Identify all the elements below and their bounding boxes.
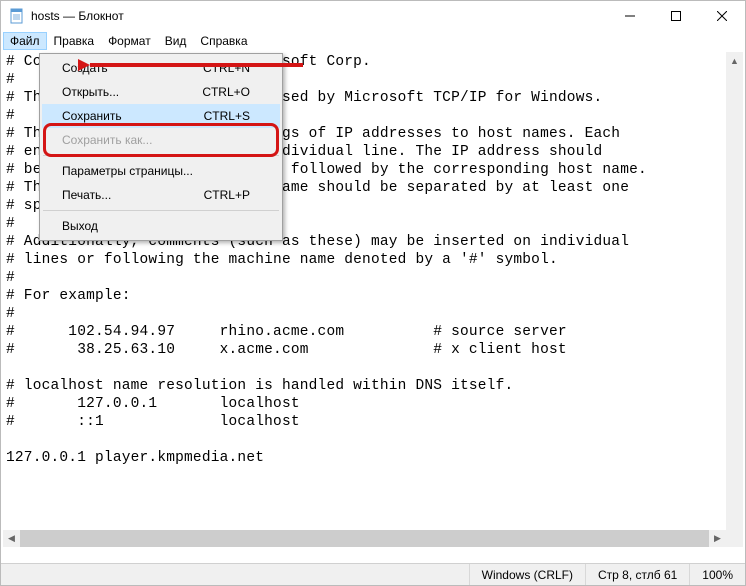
vertical-scrollbar[interactable]: ▲ — [726, 52, 743, 530]
status-zoom: 100% — [689, 564, 745, 585]
menu-shortcut: CTRL+N — [203, 61, 250, 75]
menu-label: Выход — [62, 219, 98, 233]
menu-item-print[interactable]: Печать... CTRL+P — [42, 183, 280, 207]
horizontal-scrollbar[interactable]: ◀ ▶ — [3, 530, 726, 547]
menu-view[interactable]: Вид — [158, 32, 194, 50]
notepad-icon — [9, 8, 25, 24]
menu-shortcut: CTRL+S — [204, 109, 250, 123]
menu-format[interactable]: Формат — [101, 32, 158, 50]
file-menu-dropdown: Создать CTRL+N Открыть... CTRL+O Сохрани… — [39, 53, 283, 241]
menu-item-open[interactable]: Открыть... CTRL+O — [42, 80, 280, 104]
menu-label: Сохранить — [62, 109, 122, 123]
menu-label: Открыть... — [62, 85, 119, 99]
menu-label: Параметры страницы... — [62, 164, 193, 178]
menu-shortcut: CTRL+P — [204, 188, 250, 202]
menu-item-pagesetup[interactable]: Параметры страницы... — [42, 159, 280, 183]
menu-file[interactable]: Файл — [3, 32, 47, 50]
statusbar: Windows (CRLF) Стр 8, стлб 61 100% — [1, 563, 745, 585]
menubar: Файл Правка Формат Вид Справка — [1, 31, 745, 51]
window-title: hosts — Блокнот — [31, 9, 607, 23]
menu-help[interactable]: Справка — [193, 32, 254, 50]
menu-separator — [43, 155, 279, 156]
menu-item-save[interactable]: Сохранить CTRL+S — [42, 104, 280, 128]
scroll-thumb[interactable] — [20, 530, 709, 547]
maximize-button[interactable] — [653, 1, 699, 31]
menu-label: Сохранить как... — [62, 133, 152, 147]
window-controls — [607, 1, 745, 31]
scroll-corner — [726, 530, 743, 547]
menu-shortcut: CTRL+O — [202, 85, 250, 99]
menu-item-saveas: Сохранить как... — [42, 128, 280, 152]
scroll-right-icon[interactable]: ▶ — [709, 530, 726, 547]
menu-label: Печать... — [62, 188, 111, 202]
scroll-up-icon[interactable]: ▲ — [726, 52, 743, 69]
menu-item-create[interactable]: Создать CTRL+N — [42, 56, 280, 80]
scroll-left-icon[interactable]: ◀ — [3, 530, 20, 547]
close-button[interactable] — [699, 1, 745, 31]
menu-label: Создать — [62, 61, 108, 75]
menu-separator — [43, 210, 279, 211]
status-encoding: Windows (CRLF) — [469, 564, 585, 585]
titlebar: hosts — Блокнот — [1, 1, 745, 31]
minimize-button[interactable] — [607, 1, 653, 31]
menu-edit[interactable]: Правка — [47, 32, 102, 50]
menu-item-exit[interactable]: Выход — [42, 214, 280, 238]
status-position: Стр 8, стлб 61 — [585, 564, 689, 585]
